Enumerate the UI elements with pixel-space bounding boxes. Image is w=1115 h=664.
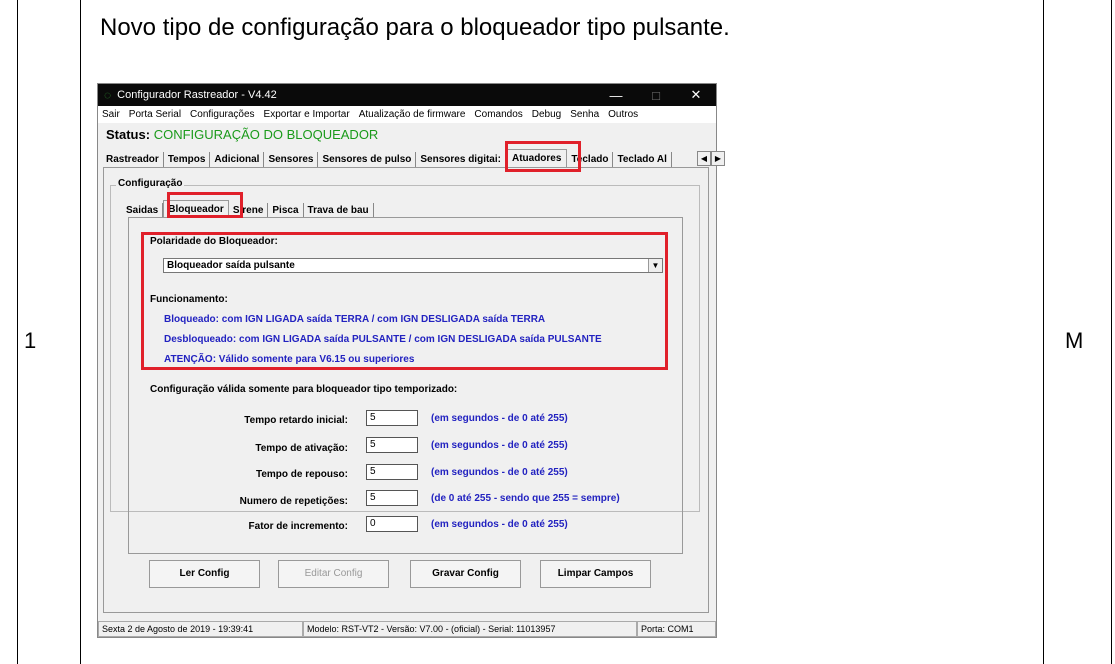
temp-config-title: Configuração válida somente para bloquea… <box>150 384 458 395</box>
statusbar-model: Modelo: RST-VT2 - Versão: V7.00 - (ofici… <box>303 621 637 637</box>
status-value: CONFIGURAÇÃO DO BLOQUEADOR <box>153 127 379 142</box>
maximize-button[interactable]: □ <box>636 88 676 103</box>
tab-sensores-digitais[interactable]: Sensores digitai: <box>416 152 506 167</box>
field-input-incremento[interactable]: 0 <box>366 516 418 532</box>
menu-comandos[interactable]: Comandos <box>474 109 522 120</box>
menu-atualizacao-firmware[interactable]: Atualização de firmware <box>359 109 466 120</box>
app-icon: ◌ <box>104 88 112 102</box>
scroll-left-icon[interactable]: ◀ <box>697 151 711 166</box>
tab-tempos[interactable]: Tempos <box>164 152 211 167</box>
highlight-atuadores <box>505 141 581 172</box>
main-tabs: Rastreador Tempos Adicional Sensores Sen… <box>102 147 698 167</box>
read-config-button[interactable]: Ler Config <box>149 560 260 588</box>
field-input-repeticoes[interactable]: 5 <box>366 490 418 506</box>
tab-teclado-al[interactable]: Teclado Al <box>613 152 672 167</box>
document-heading: Novo tipo de configuração para o bloquea… <box>100 14 730 41</box>
menu-bar: Sair Porta Serial Configurações Exportar… <box>98 106 716 123</box>
field-hint-retardo: (em segundos - de 0 até 255) <box>431 413 568 424</box>
highlight-bloqueador <box>167 192 243 218</box>
subtab-trava-bau[interactable]: Trava de bau <box>304 203 374 218</box>
menu-sair[interactable]: Sair <box>102 109 120 120</box>
minimize-button[interactable]: — <box>596 88 636 103</box>
menu-outros[interactable]: Outros <box>608 109 638 120</box>
subtab-pisca[interactable]: Pisca <box>268 203 304 218</box>
row-number: 1 <box>24 328 37 353</box>
scroll-right-icon[interactable]: ▶ <box>711 151 725 166</box>
status-line: Status: CONFIGURAÇÃO DO BLOQUEADOR <box>106 127 378 142</box>
statusbar-datetime: Sexta 2 de Agosto de 2019 - 19:39:41 <box>98 621 303 637</box>
close-button[interactable]: ✕ <box>676 87 716 103</box>
tab-adicional[interactable]: Adicional <box>210 152 265 167</box>
window-title: Configurador Rastreador - V4.42 <box>117 89 277 101</box>
tab-sensores-pulso[interactable]: Sensores de pulso <box>318 152 417 167</box>
field-input-ativacao[interactable]: 5 <box>366 437 418 453</box>
subtab-saidas[interactable]: Saidas <box>122 203 164 218</box>
highlight-polarity <box>141 232 668 370</box>
field-input-retardo[interactable]: 5 <box>366 410 418 426</box>
field-label-incremento: Fator de incremento: <box>248 521 348 532</box>
edit-config-button[interactable]: Editar Config <box>278 560 389 588</box>
statusbar-port: Porta: COM1 <box>637 621 716 637</box>
menu-debug[interactable]: Debug <box>532 109 561 120</box>
field-label-ativacao: Tempo de ativação: <box>255 443 348 454</box>
sub-tabs: Saidas Bloqueador Sirene Pisca Trava de … <box>122 200 374 218</box>
column-divider <box>80 0 81 664</box>
field-hint-ativacao: (em segundos - de 0 até 255) <box>431 440 568 451</box>
configurator-window: ◌ Configurador Rastreador - V4.42 — □ ✕ … <box>97 83 725 638</box>
field-hint-repeticoes: (de 0 até 255 - sendo que 255 = sempre) <box>431 493 620 504</box>
write-config-button[interactable]: Gravar Config <box>410 560 521 588</box>
status-label: Status: <box>106 127 151 142</box>
menu-porta-serial[interactable]: Porta Serial <box>129 109 181 120</box>
tab-sensores[interactable]: Sensores <box>264 152 319 167</box>
field-hint-incremento: (em segundos - de 0 até 255) <box>431 519 568 530</box>
column-divider <box>1043 0 1044 664</box>
field-label-repouso: Tempo de repouso: <box>255 469 348 480</box>
field-label-retardo: Tempo retardo inicial: <box>244 415 348 426</box>
field-input-repouso[interactable]: 5 <box>366 464 418 480</box>
field-label-repeticoes: Numero de repetições: <box>239 496 348 507</box>
status-bar: Sexta 2 de Agosto de 2019 - 19:39:41 Mod… <box>98 621 716 637</box>
tab-scroll: ◀ ▶ <box>697 151 725 166</box>
row-code: M <box>1065 328 1084 353</box>
title-bar: ◌ Configurador Rastreador - V4.42 — □ ✕ <box>98 84 716 106</box>
menu-configuracoes[interactable]: Configurações <box>190 109 254 120</box>
clear-fields-button[interactable]: Limpar Campos <box>540 560 651 588</box>
menu-exportar-importar[interactable]: Exportar e Importar <box>264 109 350 120</box>
menu-senha[interactable]: Senha <box>570 109 599 120</box>
tab-rastreador[interactable]: Rastreador <box>102 152 164 167</box>
field-hint-repouso: (em segundos - de 0 até 255) <box>431 467 568 478</box>
group-label: Configuração <box>116 178 185 189</box>
